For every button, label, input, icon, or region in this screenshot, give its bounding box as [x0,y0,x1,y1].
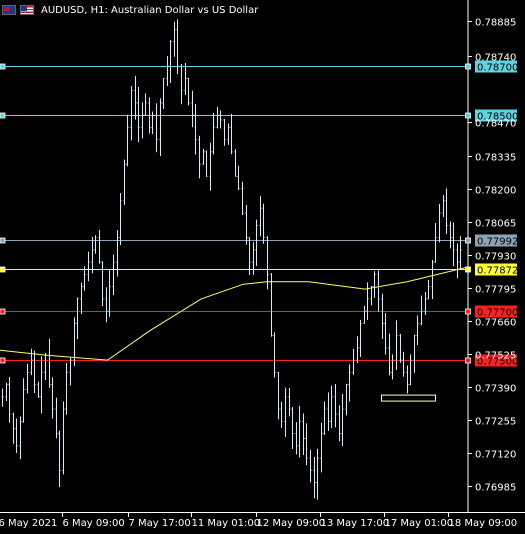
hline-handle-right[interactable] [465,308,471,315]
moving-average-line [0,266,469,361]
y-tick-label: 0.77930 [475,252,516,263]
moving-average [0,266,469,361]
hline-handle-left[interactable] [0,266,6,273]
y-tick-label: 0.77795 [475,285,516,296]
hline-handle-right[interactable] [465,112,471,119]
x-tick-label: 17 May 01:00 [385,518,454,529]
y-tick-label: 0.77120 [475,450,516,461]
hline-handle-right[interactable] [465,357,471,364]
candles [1,19,462,500]
price-label: 0.78700 [477,63,518,74]
y-tick-label: 0.76985 [475,483,516,494]
x-tick-label: 18 May 09:00 [449,518,518,529]
hline-handle-right[interactable] [465,63,471,70]
x-tick-label: 6 May 2021 [0,518,57,529]
hline-handle-left[interactable] [0,112,6,119]
x-tick-label: 13 May 17:00 [321,518,390,529]
hline-handle-left[interactable] [0,237,6,244]
hline-handle-left[interactable] [0,357,6,364]
annotations[interactable] [381,394,436,402]
chart-title-bar: AUDUSD, H1: Australian Dollar vs US Doll… [2,3,258,17]
time-axis[interactable]: 6 May 2021 6 May 09:00 7 May 17:00 11 May 0… [0,512,517,529]
y-tick-label: 0.77390 [475,384,516,395]
hline-handle-right[interactable] [465,237,471,244]
y-tick-label: 0.77255 [475,417,516,428]
us-flag-icon [20,5,34,15]
price-axis[interactable]: 0.787000.785000.779920.778720.777000.775… [468,18,518,494]
x-tick-label: 11 May 01:00 [192,518,261,529]
y-tick-label: 0.78470 [475,119,516,130]
price-label: 0.77872 [477,266,518,277]
chart-frame [0,0,525,513]
hline-handle-left[interactable] [0,63,6,70]
australia-flag-icon [2,5,16,15]
y-tick-label: 0.78885 [475,18,516,29]
y-tick-label: 0.78740 [475,53,516,64]
x-tick-label: 12 May 09:00 [257,518,326,529]
x-tick-label: 6 May 09:00 [63,518,125,529]
price-label: 0.77992 [477,237,518,248]
y-tick-label: 0.78335 [475,153,516,164]
price-chart-canvas[interactable]: 0.787000.785000.779920.778720.777000.775… [0,0,525,534]
chart-title: AUDUSD, H1: Australian Dollar vs US Doll… [41,4,259,16]
y-tick-label: 0.78065 [475,219,516,230]
annotation-rectangle[interactable] [381,394,436,402]
x-tick-label: 7 May 17:00 [129,518,191,529]
horizontal-lines[interactable] [0,63,471,364]
hline-handle-left[interactable] [0,308,6,315]
y-tick-label: 0.77660 [475,318,516,329]
chart[interactable]: 0.78700 0.78500 0.77992 0.77872 0.77700 0.775… [0,0,525,534]
y-tick-label: 0.77525 [475,351,516,362]
y-tick-label: 0.78200 [475,186,516,197]
